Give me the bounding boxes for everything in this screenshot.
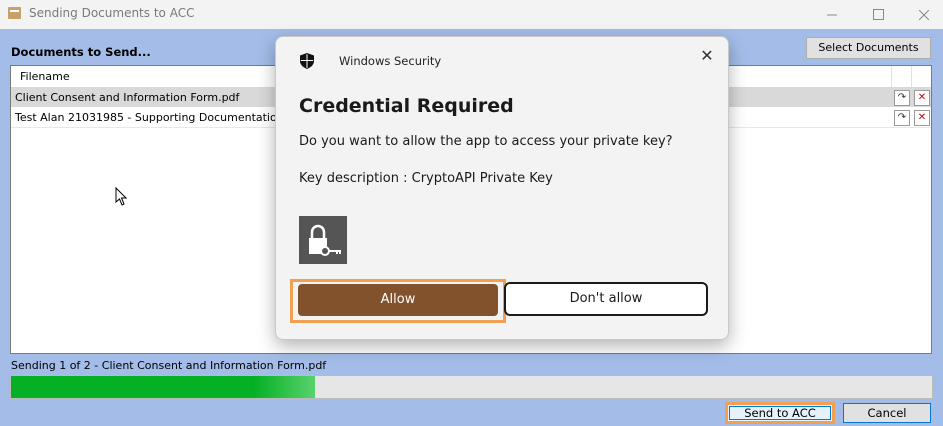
credential-dialog: Windows Security ✕ Credential Required D… <box>275 36 729 340</box>
close-button[interactable] <box>901 0 943 29</box>
minimize-icon <box>827 14 837 15</box>
shield-icon <box>300 53 314 69</box>
close-icon <box>919 9 929 20</box>
progress-bar <box>10 375 933 399</box>
dialog-app-name: Windows Security <box>339 54 442 68</box>
key-description: Key description : CryptoAPI Private Key <box>299 171 553 186</box>
send-button-focus-border <box>729 406 831 420</box>
lock-key-icon <box>299 216 347 264</box>
delete-icon[interactable]: ✕ <box>914 110 930 126</box>
dialog-question: Do you want to allow the app to access y… <box>299 134 673 149</box>
refresh-icon[interactable]: ↷ <box>894 110 910 126</box>
select-documents-button[interactable]: Select Documents <box>806 37 931 59</box>
dont-allow-button[interactable]: Don't allow <box>504 282 708 316</box>
allow-button[interactable]: Allow <box>298 284 498 316</box>
window-title: Sending Documents to ACC <box>29 6 195 20</box>
status-text: Sending 1 of 2 - Client Consent and Info… <box>11 359 327 372</box>
header-divider <box>911 66 912 87</box>
dialog-title: Credential Required <box>299 95 514 117</box>
maximize-icon <box>872 9 884 20</box>
mouse-cursor-icon <box>115 187 128 206</box>
column-header-filename[interactable]: Filename <box>20 70 70 83</box>
row-filename: Client Consent and Information Form.pdf <box>15 91 240 104</box>
progress-fill <box>11 376 315 398</box>
app-icon <box>8 7 21 19</box>
send-to-acc-button[interactable]: Send to ACC <box>725 402 835 424</box>
row-filename: Test Alan 21031985 - Supporting Document… <box>15 111 306 124</box>
maximize-button[interactable] <box>855 0 901 29</box>
cancel-button[interactable]: Cancel <box>843 403 931 423</box>
documents-label: Documents to Send... <box>11 45 151 59</box>
delete-icon[interactable]: ✕ <box>914 90 930 106</box>
minimize-button[interactable] <box>809 0 855 29</box>
window-titlebar: Sending Documents to ACC <box>0 0 943 29</box>
header-divider <box>891 66 892 87</box>
refresh-icon[interactable]: ↷ <box>894 90 910 106</box>
dialog-close-icon[interactable]: ✕ <box>694 43 720 69</box>
lock-icon <box>309 224 341 256</box>
